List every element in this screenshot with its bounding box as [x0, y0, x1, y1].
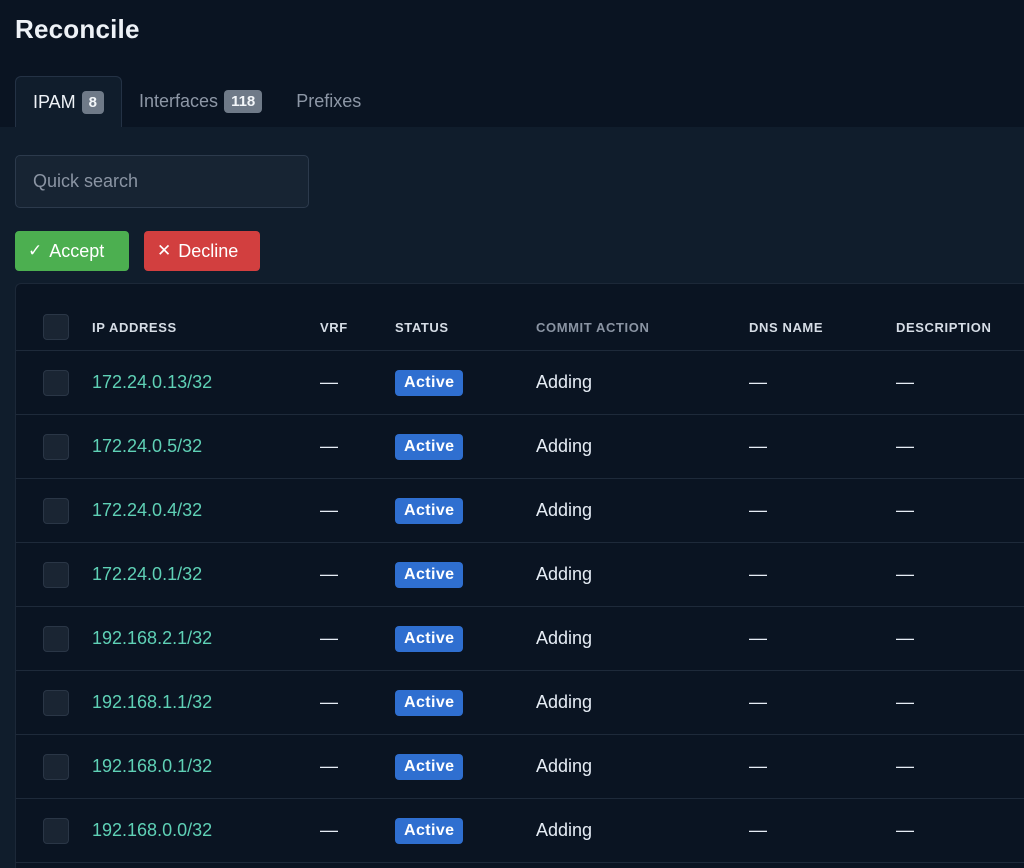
commit-action: Adding — [536, 692, 593, 712]
decline-button-label: Decline — [178, 240, 239, 261]
vrf-value: — — [320, 564, 338, 584]
table-row: 192.168.0.1/32 — Active Adding — — — [16, 735, 1024, 799]
vrf-value: — — [320, 756, 338, 776]
vrf-value: — — [320, 820, 338, 840]
commit-action: Adding — [536, 372, 593, 392]
tab-bar: IPAM 8 Interfaces 118 Prefixes — [15, 76, 378, 127]
table-row: 172.24.0.5/32 — Active Adding — — — [16, 415, 1024, 479]
row-checkbox[interactable] — [43, 561, 69, 588]
column-header-ip[interactable]: IP ADDRESS — [92, 304, 177, 350]
tab-interfaces[interactable]: Interfaces 118 — [122, 76, 279, 127]
ip-address-link[interactable]: 192.168.1.1/32 — [92, 692, 212, 713]
vrf-value: — — [320, 436, 338, 456]
dns-name-value: — — [749, 756, 767, 776]
vrf-value: — — [320, 628, 338, 648]
table-row: 192.168.2.1/32 — Active Adding — — — [16, 607, 1024, 671]
row-checkbox[interactable] — [43, 689, 69, 716]
status-badge: Active — [395, 433, 464, 460]
status-badge: Active — [395, 689, 464, 716]
table-header: IP ADDRESS VRF STATUS COMMIT ACTION DNS … — [16, 304, 1024, 351]
status-badge: Active — [395, 817, 464, 844]
check-icon: ✓ — [28, 241, 43, 260]
commit-action: Adding — [536, 564, 593, 584]
row-checkbox[interactable] — [43, 433, 69, 460]
status-badge: Active — [395, 625, 464, 652]
description-value: — — [896, 372, 914, 392]
tab-panel: ✓ Accept ✕ Decline IP ADDRESS VRF STATUS… — [0, 127, 1024, 868]
commit-action: Adding — [536, 436, 593, 456]
status-badge: Active — [395, 561, 464, 588]
status-badge: Active — [395, 497, 464, 524]
row-checkbox[interactable] — [43, 369, 69, 396]
row-checkbox[interactable] — [43, 753, 69, 780]
dns-name-value: — — [749, 564, 767, 584]
dns-name-value: — — [749, 628, 767, 648]
table-row: 192.168.0.0/32 — Active Adding — — — [16, 799, 1024, 863]
description-value: — — [896, 564, 914, 584]
column-header-status[interactable]: STATUS — [395, 304, 449, 350]
ip-address-link[interactable]: 192.168.0.1/32 — [92, 756, 212, 777]
dns-name-value: — — [749, 820, 767, 840]
dns-name-value: — — [749, 436, 767, 456]
ip-address-link[interactable]: 192.168.2.1/32 — [92, 628, 212, 649]
row-checkbox[interactable] — [43, 817, 69, 844]
tab-interfaces-count: 118 — [224, 90, 263, 113]
close-icon: ✕ — [157, 241, 172, 260]
reconcile-table: IP ADDRESS VRF STATUS COMMIT ACTION DNS … — [15, 283, 1024, 868]
accept-button-label: Accept — [49, 240, 105, 261]
table-row: 192.168.1.1/32 — Active Adding — — — [16, 671, 1024, 735]
dns-name-value: — — [749, 692, 767, 712]
ip-address-link[interactable]: 172.24.0.4/32 — [92, 500, 202, 521]
tab-interfaces-label: Interfaces — [139, 91, 219, 111]
ip-address-link[interactable]: 172.24.0.13/32 — [92, 372, 212, 393]
tab-ipam-label: IPAM — [33, 91, 76, 112]
vrf-value: — — [320, 692, 338, 712]
row-checkbox[interactable] — [43, 497, 69, 524]
description-value: — — [896, 756, 914, 776]
tab-prefixes[interactable]: Prefixes — [279, 76, 378, 127]
commit-action: Adding — [536, 628, 593, 648]
ip-address-link[interactable]: 192.168.0.0/32 — [92, 820, 212, 841]
table-row: 172.24.0.1/32 — Active Adding — — — [16, 543, 1024, 607]
tab-prefixes-label: Prefixes — [296, 91, 362, 111]
description-value: — — [896, 628, 914, 648]
ip-address-link[interactable]: 172.24.0.5/32 — [92, 436, 202, 457]
dns-name-value: — — [749, 500, 767, 520]
page-title: Reconcile — [15, 14, 140, 44]
status-badge: Active — [395, 753, 464, 780]
description-value: — — [896, 500, 914, 520]
description-value: — — [896, 436, 914, 456]
column-header-vrf[interactable]: VRF — [320, 304, 348, 350]
tab-ipam-count: 8 — [81, 90, 105, 114]
vrf-value: — — [320, 372, 338, 392]
commit-action: Adding — [536, 756, 593, 776]
column-header-dns[interactable]: DNS NAME — [749, 304, 823, 350]
accept-button[interactable]: ✓ Accept — [15, 231, 129, 271]
commit-action: Adding — [536, 820, 593, 840]
search-input[interactable] — [15, 155, 309, 208]
column-header-description[interactable]: DESCRIPTION — [896, 304, 991, 350]
commit-action: Adding — [536, 500, 593, 520]
description-value: — — [896, 692, 914, 712]
status-badge: Active — [395, 369, 464, 396]
row-checkbox[interactable] — [43, 625, 69, 652]
vrf-value: — — [320, 500, 338, 520]
column-header-commit-action: COMMIT ACTION — [536, 319, 650, 335]
dns-name-value: — — [749, 372, 767, 392]
tab-ipam[interactable]: IPAM 8 — [15, 76, 123, 127]
select-all-checkbox[interactable] — [43, 314, 69, 340]
table-row: 172.24.0.13/32 — Active Adding — — — [16, 351, 1024, 415]
ip-address-link[interactable]: 172.24.0.1/32 — [92, 564, 202, 585]
decline-button[interactable]: ✕ Decline — [144, 231, 260, 271]
table-row: 172.24.0.4/32 — Active Adding — — — [16, 479, 1024, 543]
description-value: — — [896, 820, 914, 840]
